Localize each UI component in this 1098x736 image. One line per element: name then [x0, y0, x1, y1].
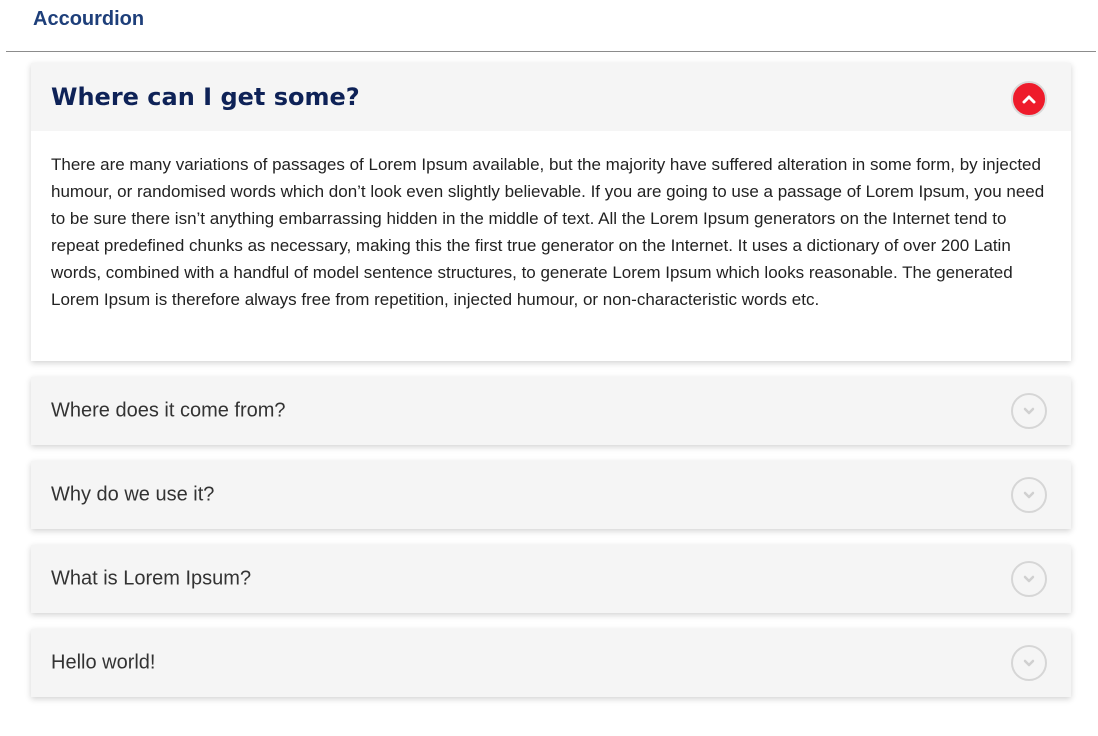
- accordion-header[interactable]: Where does it come from?: [31, 377, 1071, 445]
- chevron-down-icon: [1023, 575, 1035, 583]
- chevron-down-icon: [1023, 659, 1035, 667]
- collapse-button[interactable]: [1011, 81, 1047, 117]
- expand-button[interactable]: [1011, 645, 1047, 681]
- accordion-header[interactable]: Hello world!: [31, 629, 1071, 697]
- chevron-down-icon: [1023, 407, 1035, 415]
- accordion: Where can I get some? There are many var…: [31, 63, 1071, 713]
- accordion-header[interactable]: What is Lorem Ipsum?: [31, 545, 1071, 613]
- accordion-header[interactable]: Why do we use it?: [31, 461, 1071, 529]
- accordion-item-where-does-it-come-from: Where does it come from?: [31, 377, 1071, 445]
- accordion-item-why-do-we-use-it: Why do we use it?: [31, 461, 1071, 529]
- expand-button[interactable]: [1011, 393, 1047, 429]
- accordion-title: What is Lorem Ipsum?: [51, 567, 252, 590]
- accordion-title: Where can I get some?: [51, 83, 360, 111]
- expand-button[interactable]: [1011, 561, 1047, 597]
- expand-button[interactable]: [1011, 477, 1047, 513]
- accordion-item-where-can-i-get-some: Where can I get some? There are many var…: [31, 63, 1071, 361]
- page-header: Accourdion: [6, 0, 1096, 52]
- accordion-item-hello-world: Hello world!: [31, 629, 1071, 697]
- accordion-title: Why do we use it?: [51, 483, 215, 506]
- chevron-down-icon: [1023, 491, 1035, 499]
- accordion-content: There are many variations of passages of…: [31, 131, 1071, 361]
- chevron-up-icon: [1022, 95, 1036, 104]
- accordion-title: Hello world!: [51, 651, 156, 674]
- accordion-body-text: There are many variations of passages of…: [51, 155, 1045, 309]
- page-title: Accourdion: [33, 8, 145, 30]
- accordion-title: Where does it come from?: [51, 399, 286, 422]
- accordion-item-what-is-lorem-ipsum: What is Lorem Ipsum?: [31, 545, 1071, 613]
- accordion-header[interactable]: Where can I get some?: [31, 63, 1071, 131]
